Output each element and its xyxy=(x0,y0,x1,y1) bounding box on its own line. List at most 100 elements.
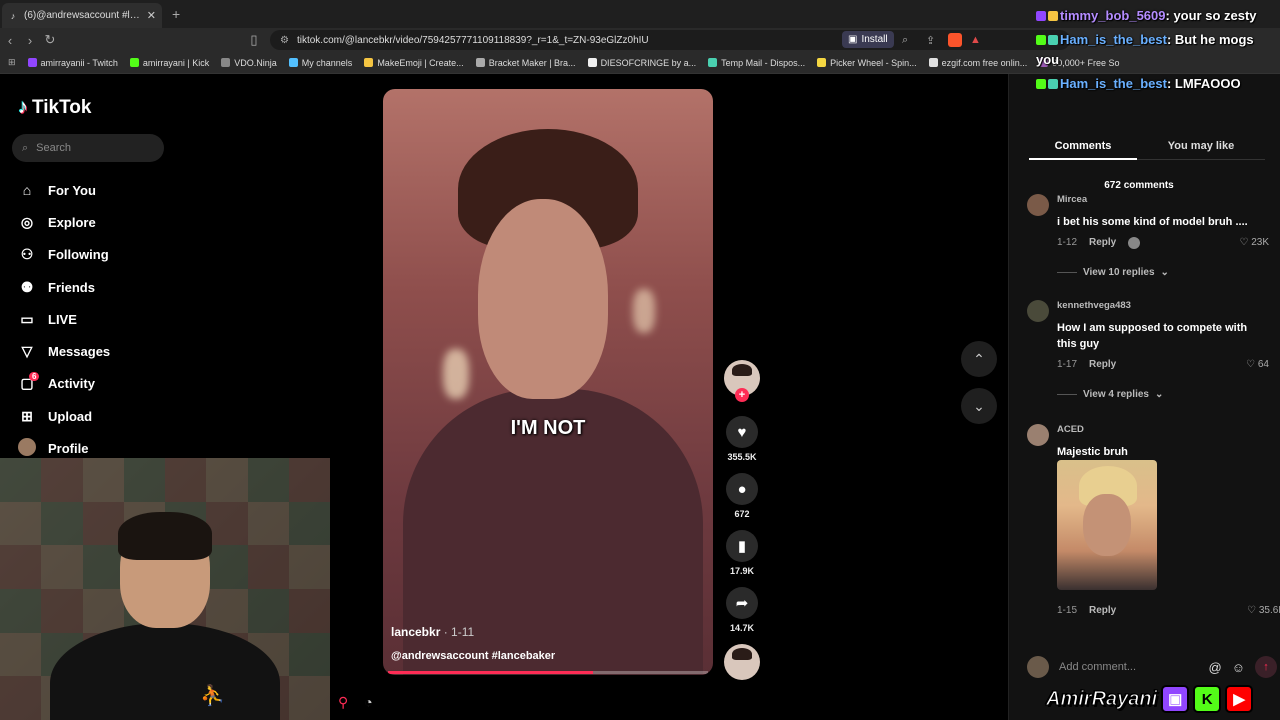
bookmark-item[interactable]: DIESOFCRINGE by a... xyxy=(587,58,696,68)
commenter-name[interactable]: Mircea xyxy=(1057,194,1087,205)
save-count: 17.9K xyxy=(729,566,755,576)
comments-panel: Comments You may like 672 comments Mirce… xyxy=(1008,74,1280,720)
sidebar-item-upload[interactable]: ⊞ Upload xyxy=(18,400,110,432)
new-tab-icon[interactable]: + xyxy=(172,6,180,22)
bookmark-item[interactable]: Temp Mail - Dispos... xyxy=(708,58,805,68)
mention-icon[interactable]: @ xyxy=(1209,660,1222,675)
screen: ♪ (6)@andrewsaccount #lanceb ✕ + ‹ › ↻ ▯… xyxy=(0,0,1280,720)
bookmark-label: amirrayani | Kick xyxy=(142,57,210,68)
tab-you-may-like[interactable]: You may like xyxy=(1137,132,1265,159)
install-icon: ▣ xyxy=(848,34,858,45)
site-settings-icon[interactable]: ⚙ xyxy=(280,35,289,46)
bookmark-item[interactable]: ezgif.com free onlin... xyxy=(928,58,1027,68)
jordan-logo-icon: ⛹ xyxy=(200,685,225,707)
video-caption: I'M NOT xyxy=(510,417,586,439)
sidebar-item-live[interactable]: ▭ LIVE xyxy=(18,303,110,335)
comment-meta: 1-17 Reply xyxy=(1057,359,1116,370)
video-author[interactable]: lancebkr · 1-11 xyxy=(391,625,474,639)
follow-plus-icon[interactable]: + xyxy=(735,388,749,402)
commenter-avatar[interactable] xyxy=(1027,424,1049,446)
tiktok-logo-text: TikTok xyxy=(32,96,92,118)
sidebar-item-friends[interactable]: ⚉ Friends xyxy=(18,271,110,303)
heart-icon[interactable]: ♥ xyxy=(726,416,758,448)
share-arrow-icon[interactable]: ➦ xyxy=(726,587,758,619)
sidebar-item-following[interactable]: ⚇ Following xyxy=(18,239,110,271)
tiktok-logo[interactable]: ♪ TikTok xyxy=(18,96,91,119)
timer-icon[interactable]: ◔ xyxy=(364,694,372,711)
browser-tab[interactable]: ♪ (6)@andrewsaccount #lanceb ✕ xyxy=(2,3,162,28)
share-icon[interactable]: ⇪ xyxy=(926,34,935,47)
comment-count: 672 xyxy=(734,509,750,519)
save-action[interactable]: ▮ 17.9K xyxy=(724,530,760,576)
share-action[interactable]: ➦ 14.7K xyxy=(724,587,760,633)
commenter-name[interactable]: kennethvega483 xyxy=(1057,300,1131,311)
comment-image[interactable] xyxy=(1057,460,1157,590)
chat-message: timmy_bob_5609: your so zesty xyxy=(1036,6,1280,26)
bookmark-item[interactable]: Bracket Maker | Bra... xyxy=(475,58,576,68)
like-action[interactable]: ♥ 355.5K xyxy=(724,416,760,462)
bookmark-item[interactable]: Picker Wheel - Spin... xyxy=(817,58,917,68)
sidebar-item-explore[interactable]: ◎ Explore xyxy=(18,206,110,238)
poster-tile xyxy=(165,458,207,502)
commenter-name[interactable]: ACED xyxy=(1057,424,1084,435)
video-player[interactable]: I'M NOT lancebkr · 1-11 @andrewsaccount … xyxy=(383,89,713,675)
send-icon[interactable]: ↑ xyxy=(1255,656,1277,678)
sidebar-item-for-you[interactable]: ⌂ For You xyxy=(18,174,110,206)
zoom-icon[interactable]: ⌕ xyxy=(902,34,908,47)
sound-avatar[interactable] xyxy=(724,644,760,680)
apps-grid-icon[interactable]: ⊞ xyxy=(8,57,16,68)
comment-like[interactable]: ♡ 64 xyxy=(1246,359,1269,370)
rewards-icon[interactable]: ▲ xyxy=(970,34,981,46)
panel-tabs: Comments You may like xyxy=(1029,132,1265,160)
reply-button[interactable]: Reply xyxy=(1089,359,1116,370)
tiktok-favicon-icon: ♪ xyxy=(10,10,16,21)
poster-tile xyxy=(288,676,330,720)
sidebar-item-messages[interactable]: ▽ Messages xyxy=(18,335,111,367)
previous-video-button[interactable]: ⌃ xyxy=(961,341,997,377)
sidebar-item-activity[interactable]: ▢ 6 Activity xyxy=(18,368,110,400)
sidebar-item-label: Following xyxy=(48,247,109,263)
search-placeholder: Search xyxy=(36,142,72,154)
comment-like[interactable]: ♡ 23K xyxy=(1239,237,1269,248)
brave-shield-icon[interactable] xyxy=(948,33,962,47)
heart-outline-icon: ♡ xyxy=(1246,359,1258,370)
stream-chat-overlay: timmy_bob_5609: your so zesty Ham_is_the_… xyxy=(1036,6,1280,98)
install-button[interactable]: ▣ Install xyxy=(842,31,894,48)
comment-icon[interactable]: ● xyxy=(726,473,758,505)
forward-icon[interactable]: › xyxy=(20,33,40,48)
bookmark-item[interactable]: amirrayani | Kick xyxy=(129,57,210,68)
reload-icon[interactable]: ↻ xyxy=(40,32,60,48)
add-comment-input[interactable]: Add comment... xyxy=(1059,661,1199,673)
sidebar-item-label: Messages xyxy=(48,344,111,360)
chat-text: : your so zesty xyxy=(1165,8,1257,23)
next-video-button[interactable]: ⌄ xyxy=(961,388,997,424)
comment-action[interactable]: ● 672 xyxy=(724,473,760,519)
back-icon[interactable]: ‹ xyxy=(0,33,20,48)
sidebar-item-label: For You xyxy=(48,182,96,198)
bookmark-item[interactable]: My channels xyxy=(288,58,352,68)
close-tab-icon[interactable]: ✕ xyxy=(147,9,156,22)
view-replies-button[interactable]: View 4 replies ⌄ xyxy=(1057,389,1163,400)
tab-comments[interactable]: Comments xyxy=(1029,132,1137,160)
home-icon: ⌂ xyxy=(22,182,32,199)
video-progress-bar[interactable] xyxy=(388,671,708,674)
commenter-avatar[interactable] xyxy=(1027,300,1049,322)
webcam-overlay: ⛹ xyxy=(0,458,330,720)
poster-tile xyxy=(0,589,42,633)
poster-tile xyxy=(288,501,330,546)
bookmark-icon[interactable]: ▯ xyxy=(244,32,264,48)
video-description[interactable]: @andrewsaccount #lancebaker xyxy=(391,650,555,662)
sidebar-item-label: Friends xyxy=(48,279,95,295)
bookmark-item[interactable]: amirrayanii - Twitch xyxy=(27,58,118,68)
reply-button[interactable]: Reply xyxy=(1089,237,1116,249)
bookmark-item[interactable]: MakeEmoji | Create... xyxy=(364,58,464,68)
view-replies-button[interactable]: View 10 replies ⌄ xyxy=(1057,267,1169,278)
bookmark-item[interactable]: VDO.Ninja xyxy=(221,58,277,68)
emoji-icon[interactable]: ☺ xyxy=(1232,660,1245,675)
commenter-avatar[interactable] xyxy=(1027,194,1049,216)
comment-like[interactable]: ♡ 35.6K xyxy=(1247,605,1280,616)
bookmark-save-icon[interactable]: ▮ xyxy=(726,530,758,562)
location-pin-icon[interactable]: ⚲ xyxy=(338,694,348,711)
search-input[interactable]: ⌕ Search xyxy=(12,134,164,162)
reply-button[interactable]: Reply xyxy=(1089,605,1116,616)
